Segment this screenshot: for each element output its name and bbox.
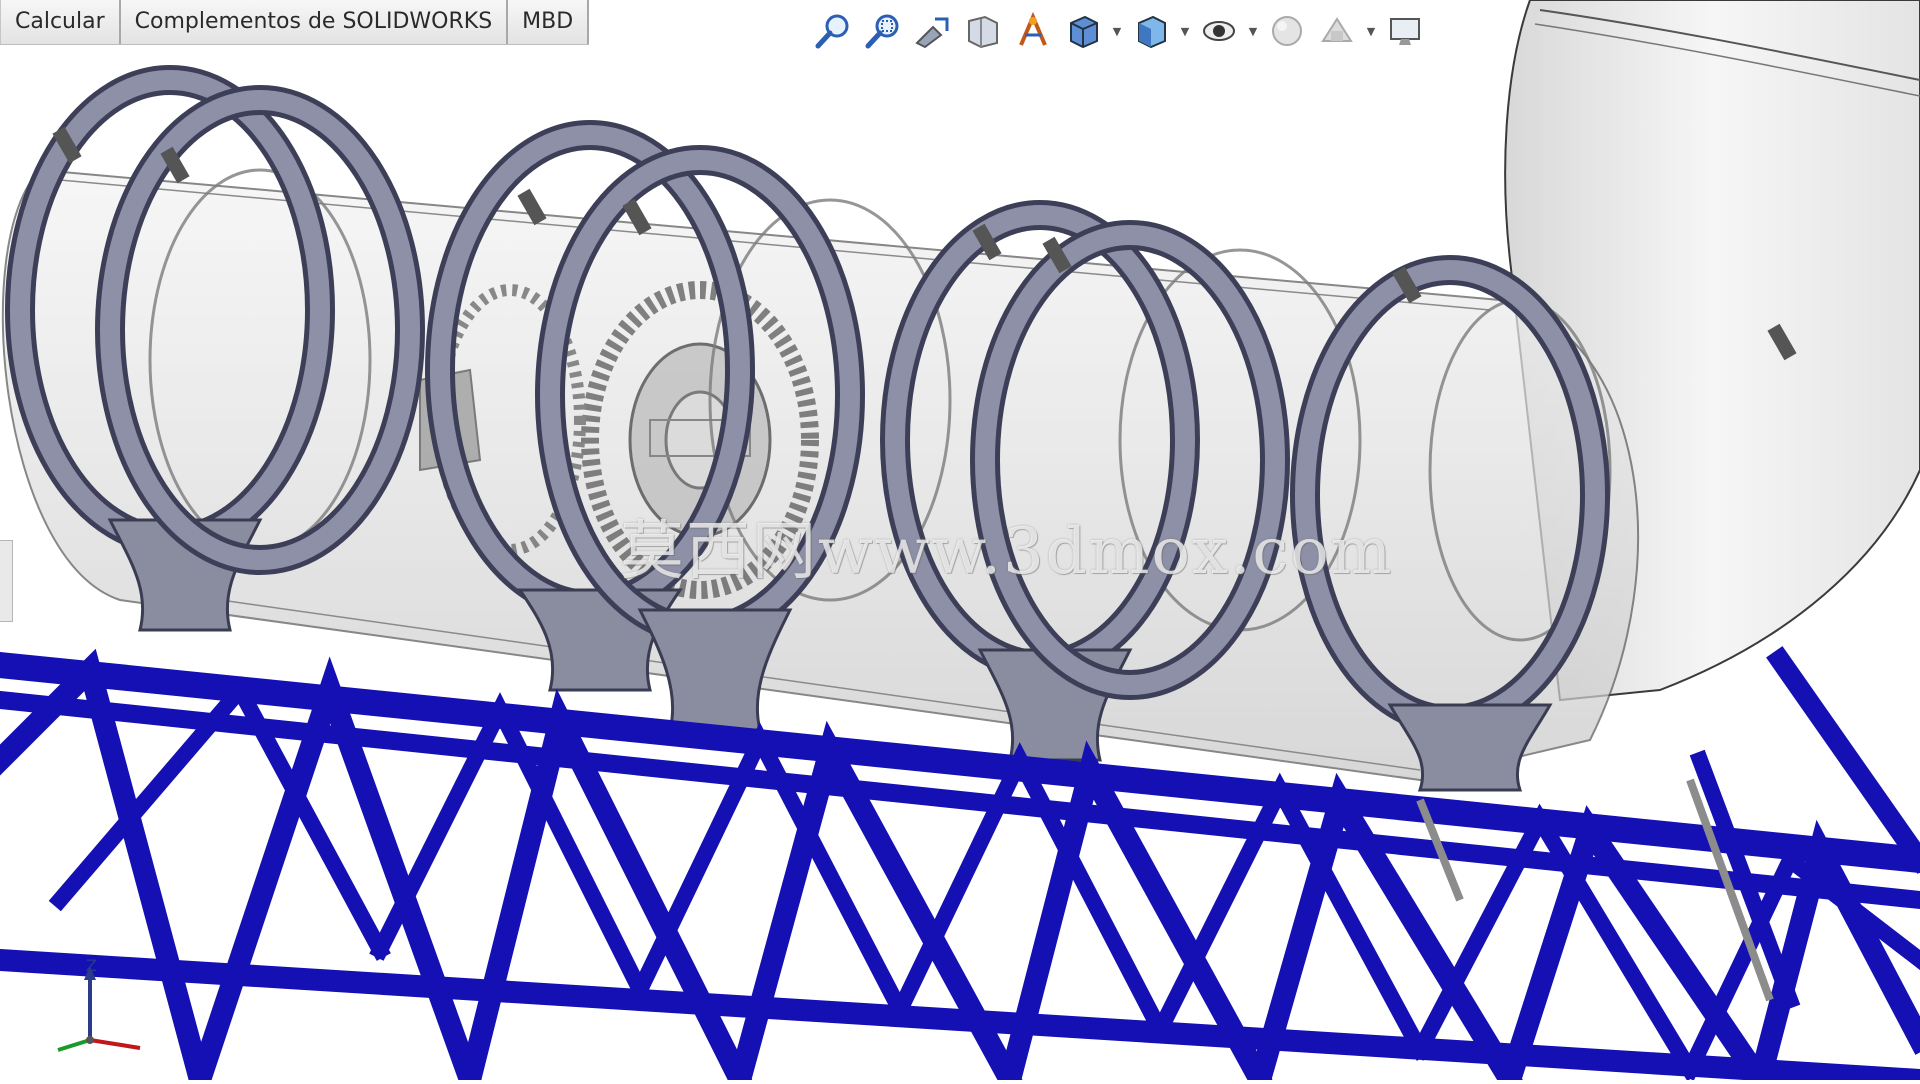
apply-scene-dropdown[interactable]: ▼ xyxy=(1364,6,1378,56)
dynamic-annotation-views-icon[interactable] xyxy=(1010,6,1056,56)
tab-mbd[interactable]: MBD xyxy=(508,0,590,44)
apply-scene-icon[interactable] xyxy=(1314,6,1360,56)
edit-appearance-icon[interactable] xyxy=(1264,6,1310,56)
truss-frame xyxy=(0,646,1920,1084)
display-style-dropdown[interactable]: ▼ xyxy=(1178,6,1192,56)
view-settings-icon[interactable] xyxy=(1382,6,1428,56)
triad-z-label: Z xyxy=(86,956,97,975)
heads-up-view-toolbar: ▼ ▼ ▼ ▼ xyxy=(810,4,1428,58)
section-view-icon[interactable] xyxy=(960,6,1006,56)
view-orientation-dropdown[interactable]: ▼ xyxy=(1110,6,1124,56)
graphics-area[interactable]: Calcular Complementos de SOLIDWORKS MBD … xyxy=(0,0,1920,1084)
model-scene[interactable] xyxy=(0,0,1920,1084)
tab-calcular[interactable]: Calcular xyxy=(0,0,121,44)
reference-triad xyxy=(57,966,141,1052)
command-manager-tabs: Calcular Complementos de SOLIDWORKS MBD xyxy=(0,0,590,45)
hide-show-items-icon[interactable] xyxy=(1196,6,1242,56)
zoom-to-area-icon[interactable] xyxy=(860,6,906,56)
previous-view-icon[interactable] xyxy=(910,6,956,56)
display-style-icon[interactable] xyxy=(1128,6,1174,56)
zoom-to-fit-icon[interactable] xyxy=(810,6,856,56)
hide-show-dropdown[interactable]: ▼ xyxy=(1246,6,1260,56)
tab-solidworks-addins[interactable]: Complementos de SOLIDWORKS xyxy=(120,0,509,44)
feature-manager-collapse-handle[interactable] xyxy=(0,540,13,622)
view-orientation-icon[interactable] xyxy=(1060,6,1106,56)
